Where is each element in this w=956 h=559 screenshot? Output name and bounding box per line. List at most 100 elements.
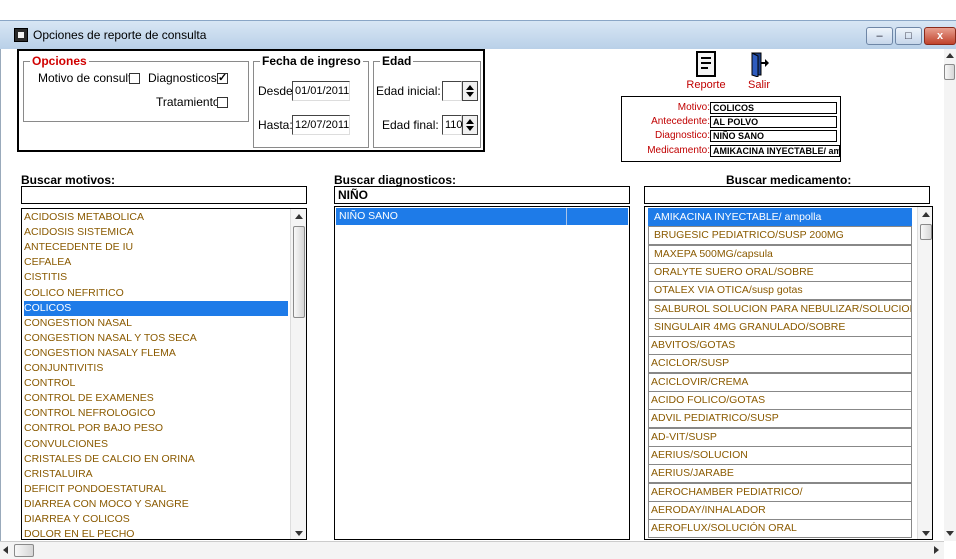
motivo-list-item[interactable]: ANTECEDENTE DE IU [24,240,288,255]
scroll-left-icon[interactable] [3,546,8,554]
exit-door-icon [751,52,769,77]
window-client-area: Opciones Motivo de consulta Diagnosticos… [0,49,944,541]
motivo-checkbox-label: Motivo de consulta [38,71,139,85]
motivo-list-item[interactable]: CONTROL [24,376,288,391]
diagnosticos-search-input[interactable]: NIÑO [334,186,630,204]
motivo-list-item[interactable]: CONTROL NEFROLOGICO [24,406,288,421]
reporte-label: Reporte [686,79,726,91]
medicamento-list-item[interactable]: ABVITOS/GOTAS [648,336,912,356]
scrollbar-thumb[interactable] [920,224,932,240]
fecha-group: Fecha de ingreso Desde: 01/01/2011 Hasta… [253,54,369,148]
motivo-checkbox[interactable] [129,73,140,84]
medicamento-list-item[interactable]: BRUGESIC PEDIATRICO/SUSP 200MG [648,226,912,246]
buscar-diagnosticos-header: Buscar diagnosticos: [334,173,457,187]
minimize-button[interactable]: – [866,27,893,45]
motivos-search-input[interactable] [21,186,307,204]
medicamento-list-item[interactable]: ORALYTE SUERO ORAL/SOBRE [648,262,912,282]
motivo-list-item[interactable]: ACIDOSIS SISTEMICA [24,225,288,240]
edad-final-label: Edad final: [382,118,439,132]
desde-field[interactable]: 01/01/2011 [292,81,350,101]
motivo-list-item[interactable]: DEFICIT PONDOESTATURAL [24,482,288,497]
edad-final-spinner[interactable] [462,115,478,135]
motivo-list-item[interactable]: CONGESTION NASALY FLEMA [24,346,288,361]
motivo-list-item[interactable]: CONVULCIONES [24,437,288,452]
diagnostico-row-label: NIÑO SANO [339,210,398,222]
motivo-list-item[interactable]: CISTITIS [24,270,288,285]
scroll-up-icon[interactable] [295,214,303,219]
scroll-down-icon[interactable] [295,531,303,536]
scroll-right-icon[interactable] [934,546,939,554]
summary-diagnostico-label: Diagnostico: [654,130,710,141]
medicamentos-scrollbar[interactable] [917,207,932,539]
summary-motivo-value: COLICOS [710,102,837,114]
medicamento-list-item[interactable]: AERIUS/solucion [648,445,912,465]
medicamento-list-item[interactable]: MAXEPA 500MG/capsula [648,244,912,264]
medicamento-list-item[interactable]: ACICLOVIR/CREMA [648,372,912,392]
motivo-list-item[interactable]: COLICO NEFRITICO [24,286,288,301]
buscar-motivos-header: Buscar motivos: [21,173,116,187]
motivo-list-item[interactable]: COLICOS [24,300,288,316]
summary-medicamento-label: Medicamento: [647,145,710,156]
window-titlebar[interactable]: Opciones de reporte de consulta – □ x [0,20,956,49]
motivo-list-item[interactable]: DIARREA Y COLICOS [24,512,288,527]
motivo-list-item[interactable]: DOLOR EN EL PECHO [24,527,288,539]
edad-final-field[interactable]: 110 [442,115,463,135]
maximize-button[interactable]: □ [895,27,922,45]
tratamiento-checkbox-label: Tratamiento [156,95,220,109]
medicamento-list-item[interactable]: AMIKACINA INYECTABLE/ ampolla [648,208,912,227]
medicamento-search-input[interactable] [644,186,930,204]
motivo-list-item[interactable]: CRISTALES DE CALCIO EN ORINA [24,452,288,467]
scrollbar-thumb[interactable] [944,64,955,80]
diagnosticos-checkbox[interactable] [217,71,228,84]
scroll-up-icon[interactable] [946,53,954,58]
summary-motivo-label: Motivo: [677,102,710,113]
opciones-group: Opciones Motivo de consulta Diagnosticos… [23,54,249,122]
window-vertical-scrollbar[interactable] [944,49,956,541]
medicamento-list-item[interactable]: SALBUROL SOLUCION PARA NEBULIZAR/SOLUCIO… [648,299,912,319]
medicamento-list-item[interactable]: AEROCHAMBER PEDIATRICO/ [648,482,912,502]
hasta-field[interactable]: 12/07/2011 [292,115,350,135]
buscar-medicamento-header: Buscar medicamento: [726,173,852,187]
medicamento-list-item[interactable]: OTALEX VIA OTICA/susp gotas [648,281,912,301]
motivo-list-item[interactable]: CONGESTION NASAL Y TOS SECA [24,331,288,346]
salir-button[interactable]: Salir [739,51,779,91]
close-button[interactable]: x [924,27,956,45]
options-frame: Opciones Motivo de consulta Diagnosticos… [17,49,485,152]
medicamentos-list: AMIKACINA INYECTABLE/ ampolla BRUGESIC PE… [644,206,933,540]
motivo-list-item[interactable]: CONTROL POR BAJO PESO [24,421,288,436]
scroll-down-icon[interactable] [922,531,930,536]
window-horizontal-scrollbar[interactable] [0,541,944,559]
edad-group: Edad Edad inicial: Edad final: 110 [373,54,481,148]
salir-label: Salir [747,79,770,91]
medicamento-list-item[interactable]: AEROFLUX/SOLUCIÓN ORAL [648,519,912,539]
tratamiento-checkbox[interactable] [217,97,228,108]
scrollbar-thumb[interactable] [14,544,34,557]
diagnostico-row[interactable]: NIÑO SANO [336,208,628,225]
edad-inicial-field[interactable] [442,81,462,101]
edad-title: Edad [380,54,414,68]
scrollbar-thumb[interactable] [293,226,305,318]
motivo-list-item[interactable]: CONTROL DE EXAMENES [24,391,288,406]
medicamento-list-item[interactable]: ADVIL PEDIATRICO/SUSP [648,409,912,429]
report-icon [696,51,716,77]
motivo-list-item[interactable]: CEFALEA [24,255,288,270]
reporte-button[interactable]: Reporte [683,51,729,91]
motivo-list-item[interactable]: ACIDOSIS METABOLICA [24,210,288,225]
motivo-list-item[interactable]: CRISTALUIRA [24,467,288,482]
edad-inicial-spinner[interactable] [462,81,478,101]
scroll-up-icon[interactable] [922,212,930,217]
summary-panel: Motivo: COLICOS Antecedente: AL POLVO Di… [621,96,841,162]
motivo-list-item[interactable]: DIARREA CON MOCO Y SANGRE [24,497,288,512]
motivo-list-item[interactable]: CONJUNTIVITIS [24,361,288,376]
medicamento-list-item[interactable]: SINGULAIR 4MG GRANULADO/SOBRE [648,317,912,337]
medicamento-list-item[interactable]: AERODAY/INHALADOR [648,500,912,520]
medicamento-list-item[interactable]: AERIUS/JARABE [648,464,912,484]
fecha-title: Fecha de ingreso [260,54,363,68]
scroll-down-icon[interactable] [946,531,954,536]
medicamento-list-item[interactable]: ACICLOR/SUSP [648,354,912,374]
motivo-list-item[interactable]: CONGESTION NASAL [24,316,288,331]
medicamento-list-item[interactable]: AD-VIT/SUSP [648,427,912,447]
medicamento-list-item[interactable]: ACIDO FOLICO/GOTAS [648,391,912,410]
motivos-scrollbar[interactable] [290,209,306,539]
window-title: Opciones de reporte de consulta [33,28,207,42]
